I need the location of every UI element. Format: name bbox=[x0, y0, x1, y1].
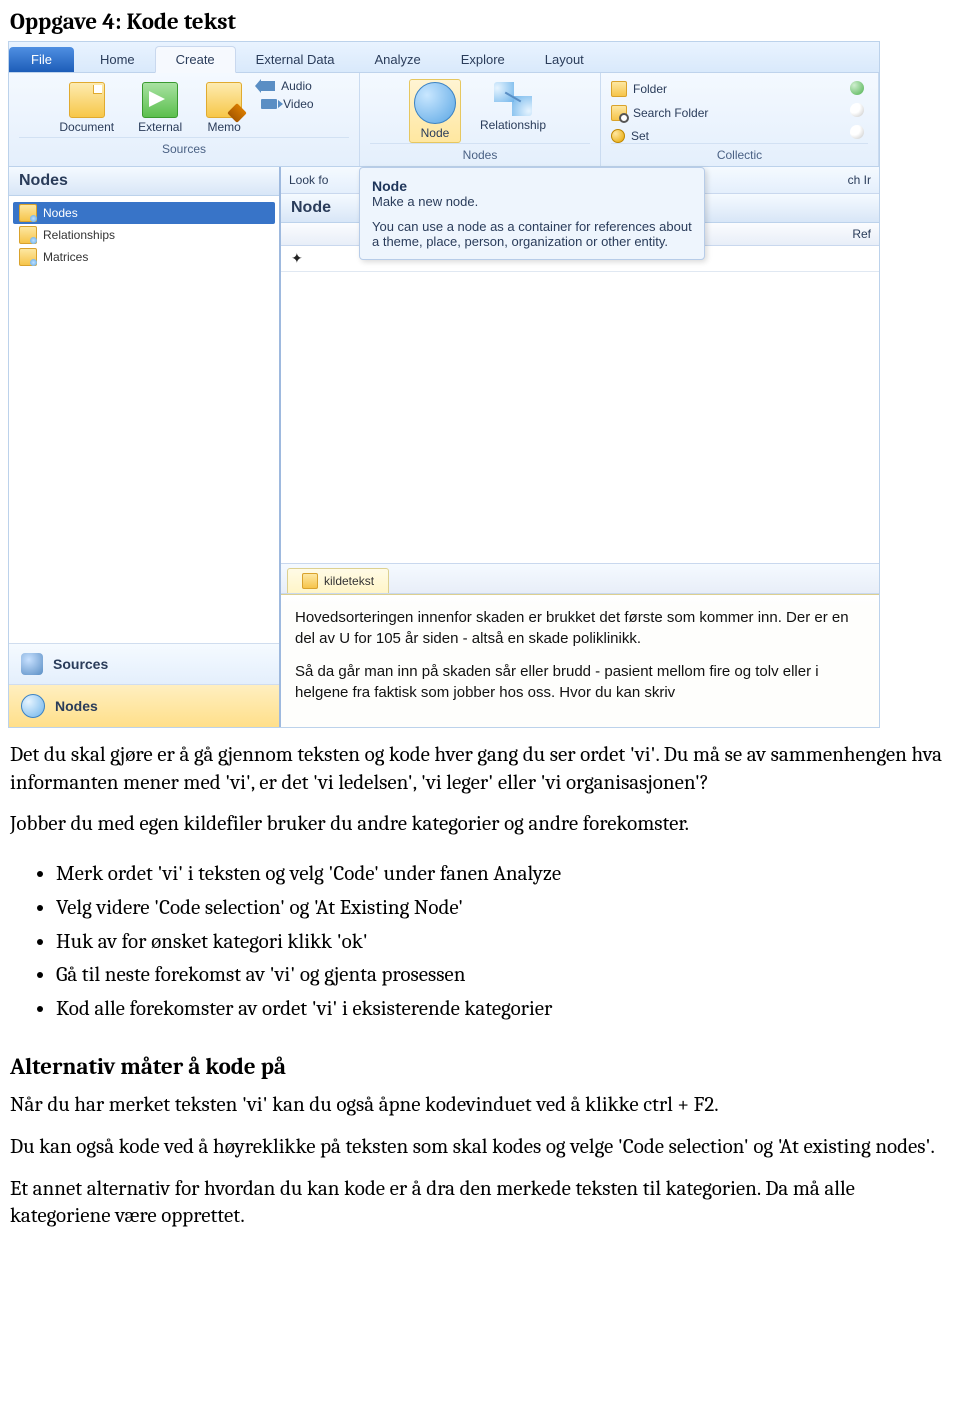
list-item: Kod alle forekomster av ordet 'vi' i eks… bbox=[56, 996, 948, 1024]
document-paragraph: Hovedsorteringen innenfor skaden er bruk… bbox=[295, 607, 865, 649]
tree-item-matrices[interactable]: Matrices bbox=[13, 246, 275, 268]
list-item: Huk av for ønsket kategori klikk 'ok' bbox=[56, 929, 948, 957]
ribbon-body: Document External Memo Audio bbox=[9, 73, 879, 167]
audio-label: Audio bbox=[281, 79, 312, 93]
folder-icon bbox=[611, 81, 627, 97]
audio-icon bbox=[261, 81, 275, 91]
tab-explore[interactable]: Explore bbox=[441, 47, 525, 72]
list-item: Velg videre 'Code selection' og 'At Exis… bbox=[56, 895, 948, 923]
tree-label: Relationships bbox=[43, 228, 115, 242]
relationship-button[interactable]: Relationship bbox=[475, 79, 551, 135]
document-icon bbox=[302, 573, 318, 589]
folder-node-icon bbox=[19, 204, 37, 222]
nav-sources[interactable]: Sources bbox=[9, 643, 279, 684]
external-icon bbox=[142, 82, 178, 118]
document-tab-label: kildetekst bbox=[324, 574, 374, 588]
tab-external-data[interactable]: External Data bbox=[236, 47, 355, 72]
left-panel-title: Nodes bbox=[9, 167, 279, 196]
tab-create[interactable]: Create bbox=[155, 46, 236, 73]
file-tab[interactable]: File bbox=[9, 47, 74, 72]
node-icon bbox=[414, 82, 456, 124]
look-for-right: ch Ir bbox=[848, 173, 871, 187]
ribbon-group-nodes: Node Relationship Nodes bbox=[360, 73, 601, 166]
collections-group-label: Collectic bbox=[611, 143, 868, 164]
video-button[interactable]: Video bbox=[261, 97, 313, 111]
set-button[interactable]: Set bbox=[611, 129, 649, 143]
relationship-label: Relationship bbox=[480, 118, 546, 132]
nav-label: Nodes bbox=[55, 698, 98, 714]
folder-label: Folder bbox=[633, 82, 667, 96]
tab-home[interactable]: Home bbox=[80, 47, 155, 72]
document-button[interactable]: Document bbox=[54, 79, 119, 137]
set-icon bbox=[611, 129, 625, 143]
ribbon-group-collections: Folder Search Folder Set bbox=[601, 73, 879, 166]
document-icon bbox=[69, 82, 105, 118]
list-item: Merk ordet 'vi' i teksten og velg 'Code'… bbox=[56, 861, 948, 889]
document-tab-kildetekst[interactable]: kildetekst bbox=[287, 568, 389, 593]
tooltip-title: Node bbox=[372, 178, 407, 194]
list-item: Gå til neste forekomst av 'vi' og gjenta… bbox=[56, 962, 948, 990]
nav-nodes[interactable]: Nodes bbox=[9, 684, 279, 727]
left-pane: Nodes Nodes Relationships Matrices bbox=[9, 167, 281, 727]
workspace: Nodes Nodes Relationships Matrices bbox=[9, 167, 879, 727]
tab-layout[interactable]: Layout bbox=[525, 47, 604, 72]
bullet-list: Merk ordet 'vi' i teksten og velg 'Code'… bbox=[10, 861, 948, 1024]
folder-button[interactable]: Folder bbox=[611, 81, 667, 97]
set-label: Set bbox=[631, 129, 649, 143]
paragraph: Når du har merket teksten 'vi' kan du og… bbox=[10, 1092, 948, 1120]
bottom-nav: Sources Nodes bbox=[9, 643, 279, 727]
nodes-group-label: Nodes bbox=[370, 143, 590, 164]
look-for-label: Look fo bbox=[289, 173, 328, 187]
relationship-icon bbox=[494, 82, 532, 116]
paragraph: Du kan også kode ved å høyreklikke på te… bbox=[10, 1134, 948, 1162]
search-folder-button[interactable]: Search Folder bbox=[611, 105, 708, 121]
video-icon bbox=[261, 99, 277, 109]
sources-group-label: Sources bbox=[19, 137, 349, 158]
ribbon-tabs: File Home Create External Data Analyze E… bbox=[9, 42, 879, 73]
section-heading: Alternativ måter å kode på bbox=[10, 1052, 948, 1082]
paragraph: Et annet alternativ for hvordan du kan k… bbox=[10, 1176, 948, 1231]
nodes-tree: Nodes Relationships Matrices bbox=[9, 196, 279, 643]
external-button[interactable]: External bbox=[133, 79, 187, 137]
tree-item-relationships[interactable]: Relationships bbox=[13, 224, 275, 246]
globe-icon-2 bbox=[850, 103, 864, 117]
document-paragraph: Så da går man inn på skaden sår eller br… bbox=[295, 661, 865, 703]
folder-node-icon bbox=[19, 226, 37, 244]
tooltip-subtitle: Make a new node. bbox=[372, 194, 478, 209]
sources-icon bbox=[21, 653, 43, 675]
node-label: Node bbox=[421, 126, 450, 140]
audio-button[interactable]: Audio bbox=[261, 79, 312, 93]
star-icon: ✦ bbox=[291, 250, 303, 266]
globe-icon bbox=[850, 81, 864, 95]
document-tab-bar: kildetekst bbox=[281, 563, 879, 594]
tree-label: Nodes bbox=[43, 206, 78, 220]
right-pane: Look fo ch Ir Node . Ref ✦ Node Make a n… bbox=[281, 167, 879, 727]
ribbon-group-sources: Document External Memo Audio bbox=[9, 73, 360, 166]
sources-small: Audio Video bbox=[261, 79, 313, 111]
memo-button[interactable]: Memo bbox=[201, 79, 247, 137]
folder-node-icon bbox=[19, 248, 37, 266]
node-tooltip: Node Make a new node. You can use a node… bbox=[359, 167, 705, 260]
tab-analyze[interactable]: Analyze bbox=[354, 47, 440, 72]
nodes-icon bbox=[21, 694, 45, 718]
nav-label: Sources bbox=[53, 656, 108, 672]
tree-item-nodes[interactable]: Nodes bbox=[13, 202, 275, 224]
globe-icon-3 bbox=[850, 125, 864, 139]
external-label: External bbox=[138, 120, 182, 134]
memo-icon bbox=[206, 82, 242, 118]
nvivo-screenshot: File Home Create External Data Analyze E… bbox=[8, 41, 880, 728]
tooltip-body: You can use a node as a container for re… bbox=[372, 219, 692, 249]
node-button[interactable]: Node bbox=[409, 79, 461, 143]
search-folder-label: Search Folder bbox=[633, 106, 708, 120]
tree-label: Matrices bbox=[43, 250, 88, 264]
document-content[interactable]: Hovedsorteringen innenfor skaden er bruk… bbox=[281, 594, 879, 727]
ref-column: Ref bbox=[852, 227, 871, 241]
search-folder-icon bbox=[611, 105, 627, 121]
paragraph: Det du skal gjøre er å gå gjennom tekste… bbox=[10, 742, 948, 797]
paragraph: Jobber du med egen kildefiler bruker du … bbox=[10, 811, 948, 839]
document-label: Document bbox=[59, 120, 114, 134]
page-title: Oppgave 4: Kode tekst bbox=[0, 0, 960, 41]
instruction-prose: Det du skal gjøre er å gå gjennom tekste… bbox=[0, 728, 960, 1257]
video-label: Video bbox=[283, 97, 313, 111]
